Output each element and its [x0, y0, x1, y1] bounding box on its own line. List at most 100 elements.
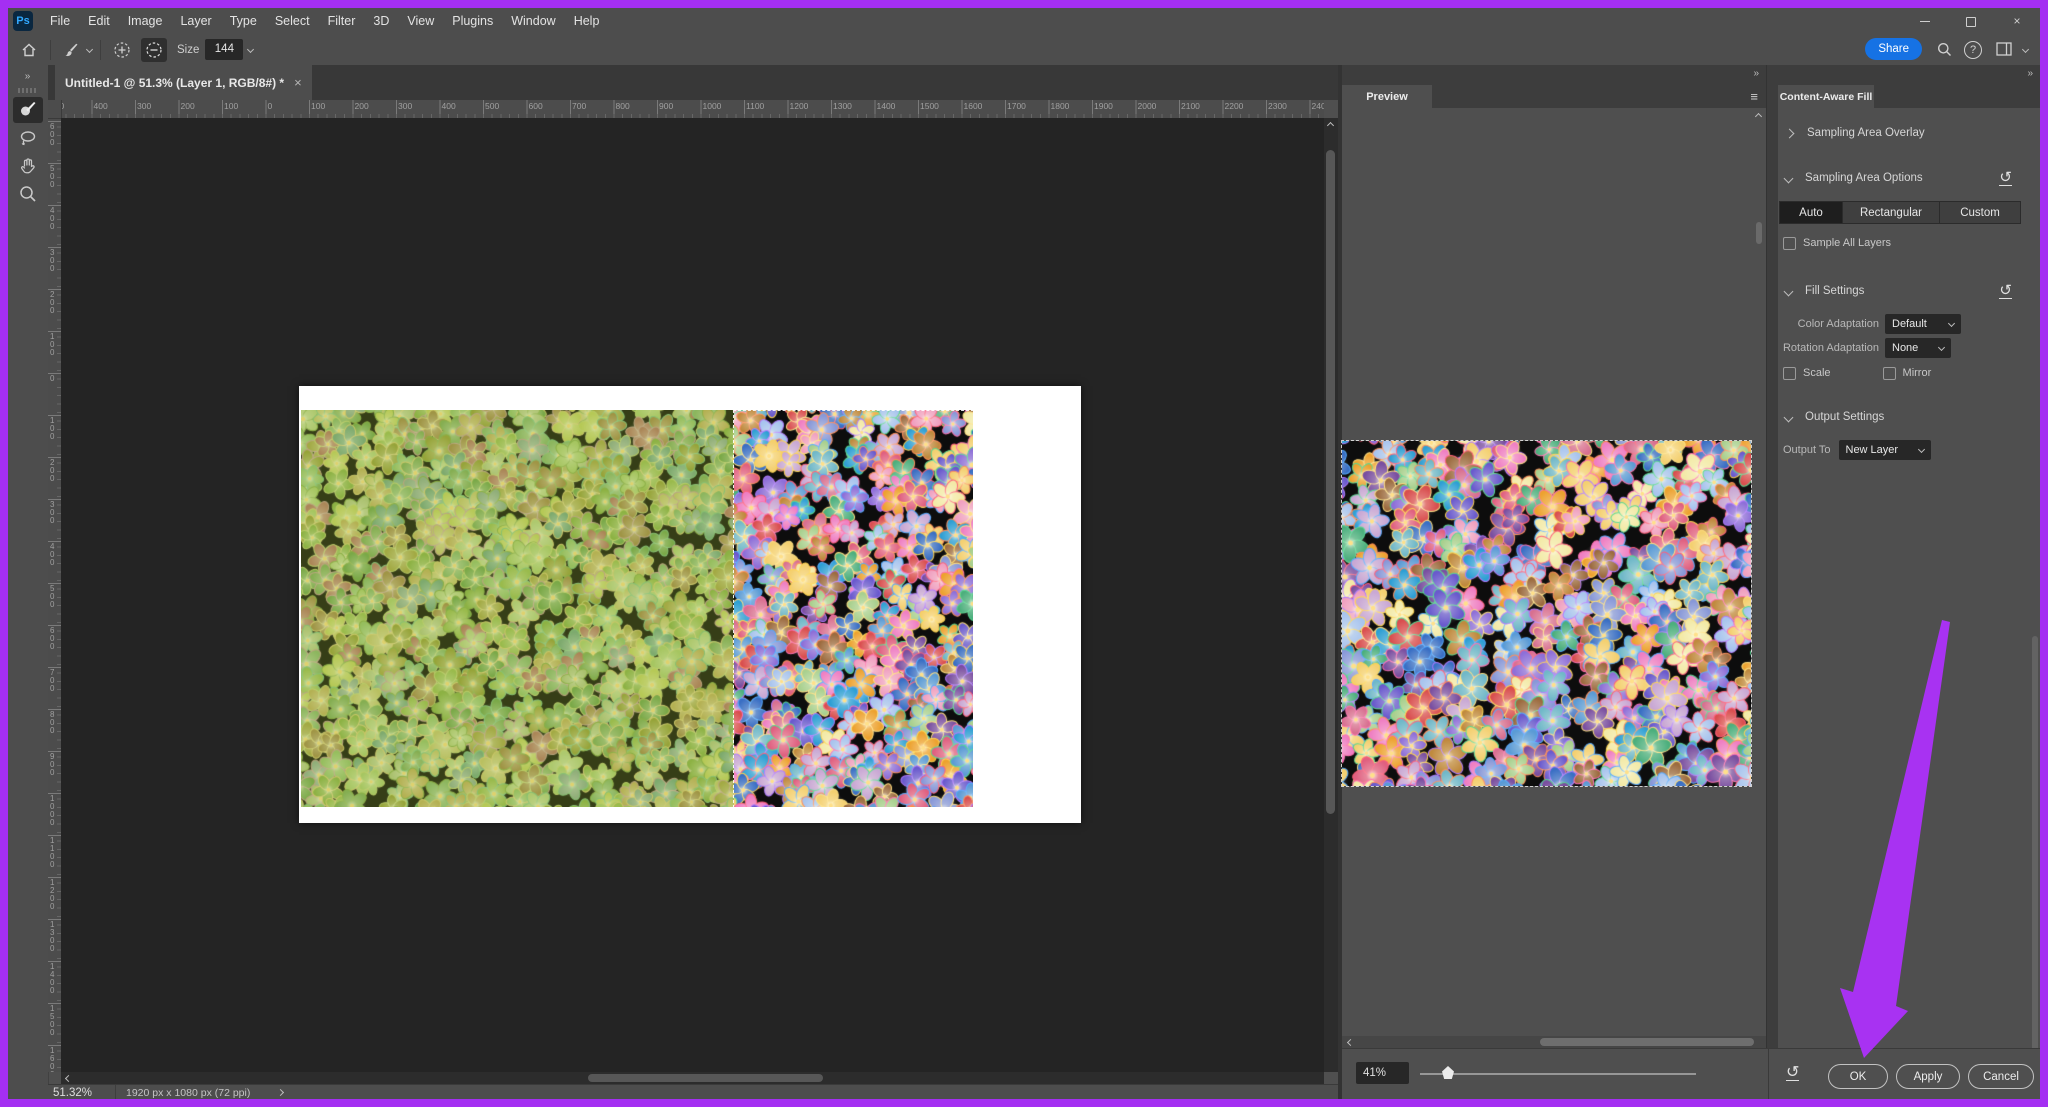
vertical-ruler[interactable]: 6 0 05 0 04 0 03 0 02 0 01 0 001 0 02 0 …: [48, 118, 62, 1072]
sampling-area-artwork[interactable]: [301, 410, 734, 807]
menu-item-file[interactable]: File: [41, 8, 79, 34]
menu-item-select[interactable]: Select: [266, 8, 319, 34]
collapse-panel-icon[interactable]: »: [2027, 68, 2034, 79]
menu-item-type[interactable]: Type: [221, 8, 266, 34]
scroll-left-icon[interactable]: [1347, 1039, 1354, 1046]
preview-image[interactable]: [1342, 441, 1751, 786]
document-tab[interactable]: Untitled-1 @ 51.3% (Layer 1, RGB/8#) * ×: [55, 65, 312, 100]
zoom-level-field[interactable]: 51.32%: [53, 1087, 115, 1099]
restore-button[interactable]: [1948, 8, 1994, 34]
preview-zoom-slider-thumb[interactable]: [1442, 1066, 1454, 1079]
zoom-tool[interactable]: [13, 181, 43, 207]
status-flyout-icon[interactable]: [277, 1089, 284, 1096]
rotation-adaptation-row: Rotation Adaptation None: [1778, 337, 2040, 358]
scrollbar-thumb[interactable]: [1756, 222, 1762, 244]
separator: [100, 40, 101, 60]
chevron-down-icon: [1948, 320, 1955, 327]
minimize-button[interactable]: [1902, 8, 1948, 34]
ok-button[interactable]: OK: [1828, 1064, 1888, 1089]
tab-close-icon[interactable]: ×: [294, 75, 302, 90]
output-to-select[interactable]: New Layer: [1839, 440, 1931, 460]
reset-icon[interactable]: ↺: [1999, 284, 2012, 299]
apply-button[interactable]: Apply: [1896, 1064, 1960, 1089]
preview-vertical-scrollbar[interactable]: [1754, 122, 1764, 1028]
canvas-area[interactable]: [61, 118, 1324, 1072]
menu-item-image[interactable]: Image: [119, 8, 172, 34]
scrollbar-thumb[interactable]: [1540, 1038, 1754, 1046]
tool-bar: »: [8, 65, 49, 1099]
tab-preview[interactable]: Preview: [1342, 85, 1432, 108]
scrollbar-thumb[interactable]: [1326, 150, 1335, 814]
chevron-down-icon[interactable]: [1784, 286, 1794, 296]
menu-item-help[interactable]: Help: [565, 8, 609, 34]
chevron-down-icon[interactable]: [1784, 173, 1794, 183]
menu-item-filter[interactable]: Filter: [319, 8, 365, 34]
sampling-brush-tool[interactable]: [13, 97, 43, 123]
menu-item-edit[interactable]: Edit: [79, 8, 119, 34]
menu-item-plugins[interactable]: Plugins: [443, 8, 502, 34]
hand-tool[interactable]: [13, 153, 43, 179]
scrollbar-thumb[interactable]: [2032, 636, 2038, 1079]
reset-icon[interactable]: ↺: [1999, 171, 2012, 186]
chevron-down-icon[interactable]: [2022, 46, 2029, 53]
close-button[interactable]: ×: [1994, 8, 2040, 34]
chevron-down-icon[interactable]: [247, 46, 254, 53]
chevron-down-icon[interactable]: [1784, 412, 1794, 422]
sampling-mode-rectangular[interactable]: Rectangular: [1843, 202, 1939, 223]
section-sampling-area-options[interactable]: Sampling Area Options ↺: [1778, 168, 2040, 188]
scale-checkbox[interactable]: [1783, 367, 1796, 380]
tab-content-aware-fill[interactable]: Content-Aware Fill: [1778, 85, 1874, 108]
brush-size-input[interactable]: 144: [205, 39, 243, 60]
preview-zoom-slider[interactable]: [1420, 1073, 1696, 1075]
sampling-mode-custom[interactable]: Custom: [1940, 202, 2020, 223]
menu-item-view[interactable]: View: [398, 8, 443, 34]
canvas-vertical-scrollbar[interactable]: [1324, 118, 1338, 1072]
home-icon: [21, 42, 37, 58]
panel-menu-icon[interactable]: ≡: [1750, 89, 1758, 104]
ruler-corner: [48, 100, 62, 119]
cancel-button[interactable]: Cancel: [1968, 1064, 2034, 1089]
lasso-tool[interactable]: [13, 125, 43, 151]
color-adaptation-select[interactable]: Default: [1885, 314, 1961, 334]
add-to-sampling-button[interactable]: [109, 38, 135, 62]
help-button[interactable]: ?: [1964, 41, 1982, 59]
tool-preset-button[interactable]: [59, 38, 85, 62]
toolbar-collapse-icon[interactable]: »: [8, 65, 48, 82]
section-sampling-area-overlay[interactable]: Sampling Area Overlay: [1778, 123, 2040, 143]
scrollbar-thumb[interactable]: [588, 1074, 823, 1082]
fill-selection-artwork[interactable]: [734, 410, 973, 807]
photoshop-window: Ps FileEditImageLayerTypeSelectFilter3DV…: [8, 8, 2040, 1099]
horizontal-ruler[interactable]: 5004003002001000100200300400500600700800…: [48, 100, 1324, 119]
scroll-left-icon[interactable]: [65, 1075, 72, 1082]
home-button[interactable]: [16, 38, 42, 62]
reset-all-icon[interactable]: ↺: [1786, 1065, 1799, 1081]
scroll-up-icon[interactable]: [1327, 122, 1334, 129]
subtract-from-sampling-button[interactable]: [141, 38, 167, 62]
rotation-adaptation-select[interactable]: None: [1885, 338, 1951, 358]
menu-item-layer[interactable]: Layer: [171, 8, 220, 34]
search-button[interactable]: [1937, 42, 1952, 57]
chevron-right-icon[interactable]: [1785, 128, 1795, 138]
share-button[interactable]: Share: [1865, 38, 1922, 60]
sample-all-layers-checkbox[interactable]: [1783, 237, 1796, 250]
menu-item-3d[interactable]: 3D: [364, 8, 398, 34]
ruler-label: 4 0 0: [50, 207, 54, 231]
document-artwork[interactable]: [301, 410, 973, 807]
toolbar-grip[interactable]: [18, 88, 38, 93]
chevron-down-icon[interactable]: [86, 46, 93, 53]
caf-vertical-scrollbar[interactable]: [2031, 108, 2039, 1048]
preview-zoom-input[interactable]: 41%: [1356, 1062, 1409, 1084]
menu-item-window[interactable]: Window: [502, 8, 564, 34]
workspace-button[interactable]: [1996, 42, 2012, 56]
sampling-mode-auto[interactable]: Auto: [1780, 202, 1842, 223]
mirror-checkbox[interactable]: [1883, 367, 1896, 380]
document-canvas[interactable]: [299, 386, 1081, 823]
section-fill-settings[interactable]: Fill Settings ↺: [1778, 281, 2040, 301]
collapse-panel-icon[interactable]: »: [1753, 68, 1760, 79]
chevron-down-icon: [1917, 446, 1924, 453]
color-adaptation-value: Default: [1892, 318, 1927, 330]
ruler-label: 2000: [1138, 101, 1157, 111]
preview-horizontal-scrollbar[interactable]: [1342, 1036, 1766, 1048]
canvas-horizontal-scrollbar[interactable]: [61, 1072, 1324, 1084]
section-output-settings[interactable]: Output Settings: [1778, 407, 2040, 427]
